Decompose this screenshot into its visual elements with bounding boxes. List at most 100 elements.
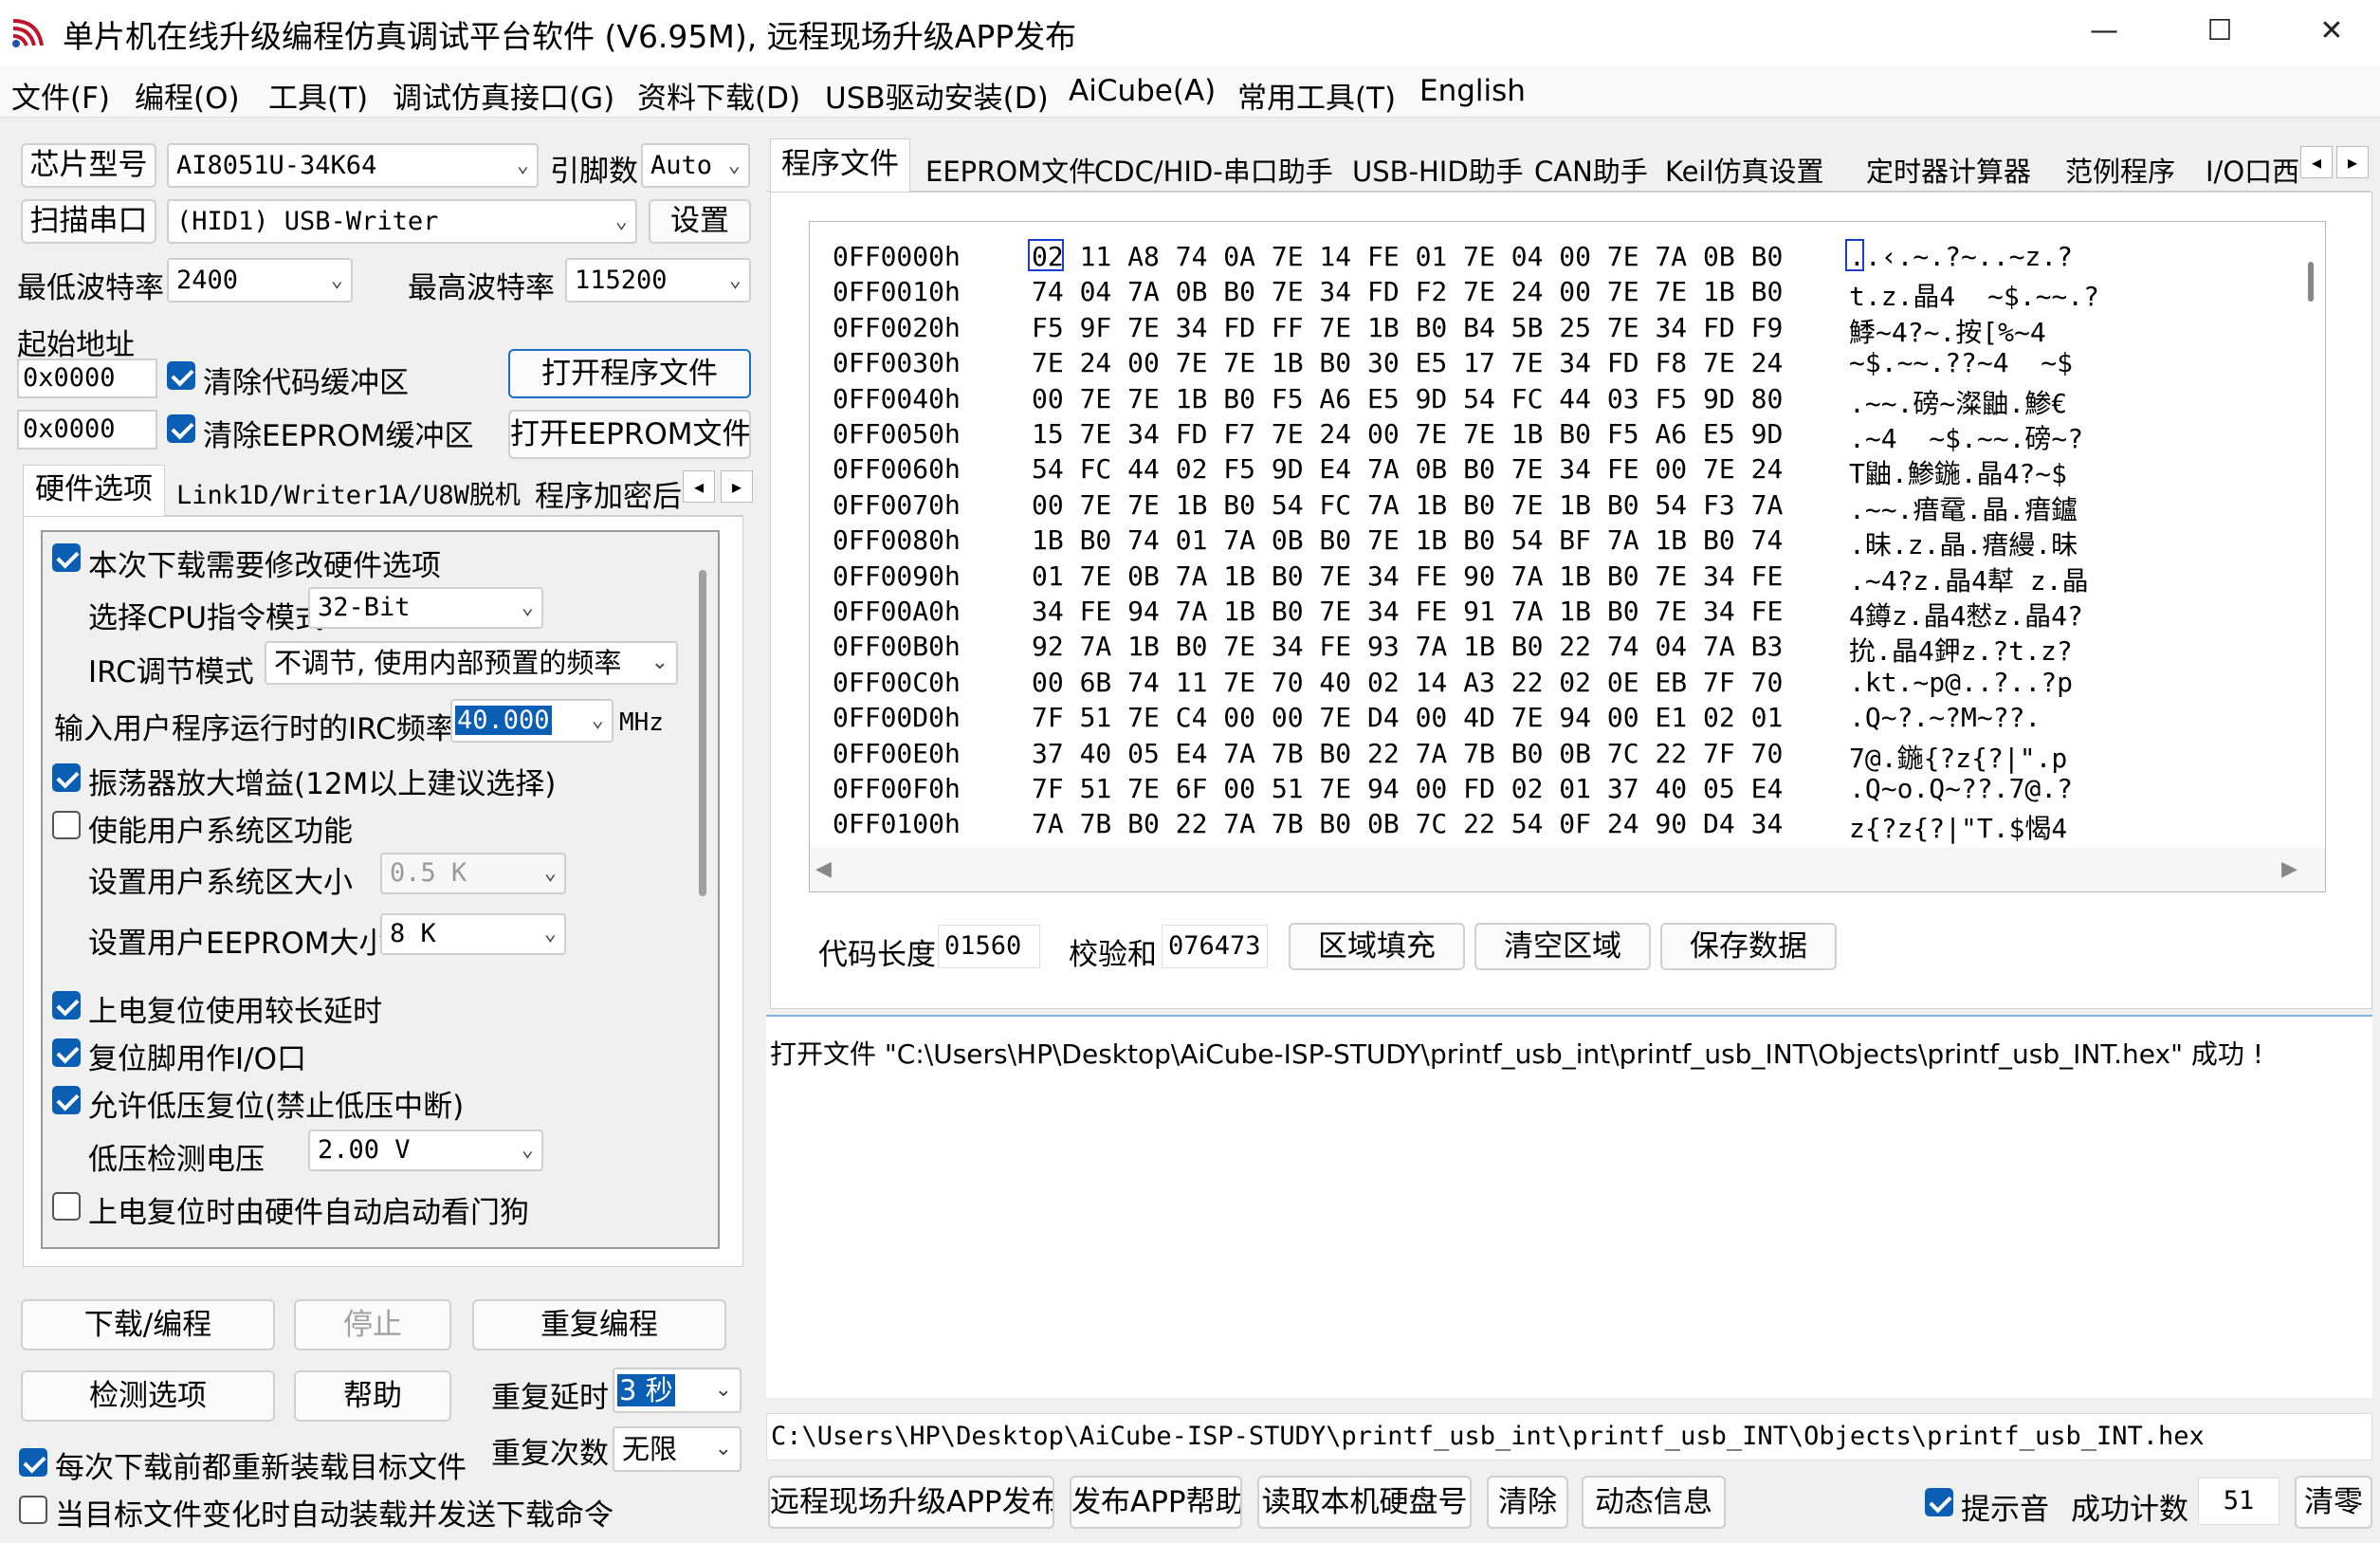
success-count-value: 51 <box>2198 1478 2279 1525</box>
chip-model-select[interactable]: AI8051U-34K64 ⌄ <box>167 143 539 188</box>
modify-hw-checkbox[interactable] <box>52 543 81 572</box>
port-select[interactable]: (HID1) USB-Writer ⌄ <box>167 199 637 244</box>
menu-usb-driver[interactable]: USB驱动安装(D) <box>825 74 1049 117</box>
clear-log-button[interactable]: 清除 <box>1487 1476 1568 1529</box>
auto-send-on-change-checkbox[interactable] <box>19 1496 47 1524</box>
irc-mode-value: 不调节, 使用内部预置的频率 <box>274 647 622 679</box>
tab-scroll-right-icon[interactable]: ▸ <box>2336 146 2369 178</box>
hex-address: 0FF00F0h <box>833 773 961 804</box>
tab-usb-hid-assistant[interactable]: USB-HID助手 <box>1352 150 1524 190</box>
hex-horizontal-scrollbar[interactable]: ◀ ▶ <box>810 848 2325 891</box>
check-options-button[interactable]: 检测选项 <box>21 1370 275 1422</box>
eeprom-size-label: 设置用户EEPROM大小 <box>88 927 389 961</box>
code-length-value: 01560 <box>938 925 1040 968</box>
menu-common-tools[interactable]: 常用工具(T) <box>1237 74 1396 117</box>
tab-io-config[interactable]: I/O口西 <box>2206 150 2300 190</box>
log-area[interactable]: 打开文件 "C:\Users\HP\Desktop\AiCube-ISP-STU… <box>766 1015 2372 1398</box>
read-disk-id-button[interactable]: 读取本机硬盘号 <box>1257 1476 1472 1529</box>
menu-english[interactable]: English <box>1419 74 1526 108</box>
clear-area-button[interactable]: 清空区域 <box>1474 923 1651 970</box>
tab-examples[interactable]: 范例程序 <box>2065 150 2175 190</box>
clear-code-buffer-checkbox[interactable] <box>167 361 195 390</box>
eeprom-size-value: 8 K <box>390 919 436 948</box>
port-settings-button[interactable]: 设置 <box>649 199 751 244</box>
minimize-button[interactable]: — <box>2048 0 2160 66</box>
osc-gain-label: 振荡器放大增益(12M以上建议选择) <box>88 767 557 801</box>
menu-file[interactable]: 文件(F) <box>11 74 110 117</box>
lvd-reset-checkbox[interactable] <box>52 1086 81 1114</box>
hex-bytes: 37 40 05 E4 7A 7B B0 22 7A 7B B0 0B 7C 2… <box>1032 737 1784 769</box>
app-window: 单片机在线升级编程仿真调试平台软件 (V6.95M), 远程现场升级APP发布 … <box>0 0 2380 1543</box>
clear-eeprom-buffer-checkbox[interactable] <box>167 414 195 443</box>
tab-program-file[interactable]: 程序文件 <box>770 138 910 192</box>
remote-upgrade-publish-button[interactable]: 远程现场升级APP发布 <box>768 1476 1054 1529</box>
auto-watchdog-checkbox[interactable] <box>52 1192 81 1221</box>
file-path-field[interactable]: C:\Users\HP\Desktop\AiCube-ISP-STUDY\pri… <box>766 1413 2372 1460</box>
close-button[interactable]: ✕ <box>2276 0 2380 66</box>
reprogram-button[interactable]: 重复编程 <box>472 1299 726 1350</box>
menu-download[interactable]: 资料下载(D) <box>637 74 800 117</box>
repeat-count-select[interactable]: 无限 ⌄ <box>613 1426 741 1472</box>
user-system-size-select[interactable]: 0.5 K ⌄ <box>380 853 566 894</box>
irc-mode-select[interactable]: 不调节, 使用内部预置的频率 ⌄ <box>265 641 678 685</box>
max-baud-select[interactable]: 115200 ⌄ <box>565 258 751 303</box>
tab-timer-calculator[interactable]: 定时器计算器 <box>1866 150 2031 190</box>
tab-encryption[interactable]: 程序加密后 <box>535 472 694 515</box>
tab-scroll-left-icon[interactable]: ◂ <box>683 470 715 503</box>
long-delay-checkbox[interactable] <box>52 991 81 1019</box>
irc-freq-select[interactable]: 40.000 ⌄ <box>450 699 613 743</box>
tab-scroll-right-icon[interactable]: ▸ <box>721 470 753 503</box>
tab-eeprom-file[interactable]: EEPROM文件 <box>925 150 1096 190</box>
reset-count-button[interactable]: 清零 <box>2295 1476 2372 1529</box>
tab-hardware-options[interactable]: 硬件选项 <box>23 465 165 516</box>
tab-scroll-left-icon[interactable]: ◂ <box>2300 146 2333 178</box>
lvd-voltage-select[interactable]: 2.00 V ⌄ <box>308 1130 543 1171</box>
stop-button[interactable]: 停止 <box>294 1299 451 1350</box>
hex-bytes: 00 7E 7E 1B B0 F5 A6 E5 9D 54 FC 44 03 F… <box>1032 382 1784 414</box>
user-system-size-value: 0.5 K <box>390 858 467 888</box>
hex-ascii: ~$.~~.??~4 ~$ <box>1849 347 2074 379</box>
reload-before-download-checkbox[interactable] <box>19 1448 47 1477</box>
hex-ascii: .Q~?.~?M~??. <box>1849 702 2041 734</box>
eeprom-start-address-input[interactable]: 0x0000 <box>17 410 157 450</box>
scroll-left-icon[interactable]: ◀ <box>815 857 832 881</box>
menu-program[interactable]: 编程(O) <box>135 74 240 117</box>
hex-view[interactable]: 0FF0000h 02 11 A8 74 0A 7E 14 FE 01 7E 04… <box>809 221 2326 892</box>
help-button[interactable]: 帮助 <box>294 1370 451 1422</box>
scroll-right-icon[interactable]: ▶ <box>2281 857 2298 881</box>
pin-count-value: Auto <box>650 151 713 180</box>
menu-debug[interactable]: 调试仿真接口(G) <box>393 74 614 117</box>
scan-port-button[interactable]: 扫描串口 <box>21 199 156 244</box>
cpu-mode-select[interactable]: 32-Bit ⌄ <box>308 587 543 629</box>
beep-checkbox[interactable] <box>1925 1488 1953 1516</box>
open-eeprom-file-button[interactable]: 打开EEPROM文件 <box>508 410 751 459</box>
code-start-address-input[interactable]: 0x0000 <box>17 358 157 398</box>
open-program-file-button[interactable]: 打开程序文件 <box>508 349 751 398</box>
tab-serial-assistant[interactable]: CDC/HID-串口助手 <box>1094 150 1333 190</box>
dynamic-info-button[interactable]: 动态信息 <box>1582 1476 1726 1529</box>
options-scrollbar[interactable] <box>699 570 706 896</box>
user-system-area-checkbox[interactable] <box>52 811 81 839</box>
hex-vertical-scrollbar[interactable] <box>2308 262 2314 302</box>
irc-freq-value: 40.000 <box>455 706 552 735</box>
tab-can-assistant[interactable]: CAN助手 <box>1534 150 1648 190</box>
repeat-delay-select[interactable]: 3 秒 ⌄ <box>613 1368 741 1413</box>
tab-offline[interactable]: Link1D/Writer1A/U8W脱机 <box>176 474 521 511</box>
area-fill-button[interactable]: 区域填充 <box>1289 923 1465 970</box>
reset-as-io-checkbox[interactable] <box>52 1038 81 1067</box>
min-baud-select[interactable]: 2400 ⌄ <box>167 258 353 303</box>
pin-count-select[interactable]: Auto ⌄ <box>641 143 750 188</box>
save-data-button[interactable]: 保存数据 <box>1660 923 1837 970</box>
menu-tools[interactable]: 工具(T) <box>268 74 368 117</box>
chevron-down-icon: ⌄ <box>521 1138 534 1162</box>
eeprom-size-select[interactable]: 8 K ⌄ <box>380 913 566 955</box>
download-program-button[interactable]: 下载/编程 <box>21 1299 275 1350</box>
maximize-button[interactable]: ☐ <box>2164 0 2276 66</box>
hex-row: 0FF00A0h 34 FE 94 7A 1B B0 7E 34 FE 91 7A… <box>833 596 2325 632</box>
menu-aicube[interactable]: AiCube(A) <box>1069 74 1216 108</box>
chip-model-button[interactable]: 芯片型号 <box>21 143 156 188</box>
osc-gain-checkbox[interactable] <box>52 763 81 792</box>
publish-app-help-button[interactable]: 发布APP帮助 <box>1070 1476 1242 1529</box>
tab-keil-debug[interactable]: Keil仿真设置 <box>1665 150 1824 190</box>
hex-address: 0FF00D0h <box>833 702 961 734</box>
